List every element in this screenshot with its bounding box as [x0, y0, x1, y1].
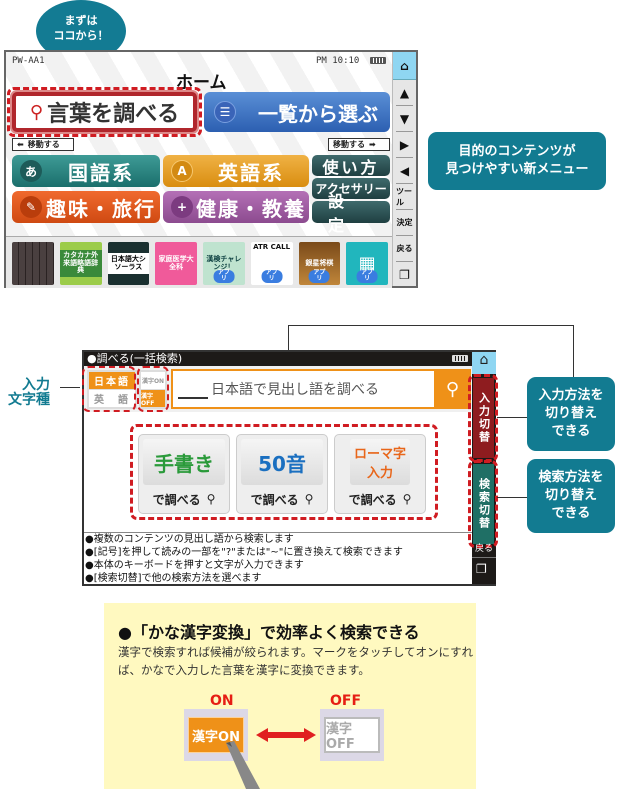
callout-input-switch: 入力方法を 切り替え できる: [527, 377, 615, 451]
stylus-icon: [224, 741, 274, 789]
app-badge: アプリ: [261, 269, 283, 283]
connector-line: [573, 325, 574, 377]
shelf-item[interactable]: 漢検チャレンジ！ アプリ: [203, 242, 245, 285]
move-right-button[interactable]: 移動する ➡: [328, 138, 390, 151]
back-button[interactable]: 戻る: [472, 538, 496, 558]
hiragana-icon: あ: [20, 160, 42, 182]
up-button[interactable]: ▲: [396, 80, 413, 106]
category-english[interactable]: A 英語系: [163, 155, 309, 187]
kanji-off-frame: 漢字OFF: [320, 709, 384, 761]
move-left-button[interactable]: ⬅ 移動する: [12, 138, 74, 151]
search-icon: ⚲: [445, 378, 460, 400]
list-icon: ☰: [214, 101, 236, 123]
search-screen: ●調べる(一括検索) ⌂ 日本語 英 語 漢字ON 漢字OFF 日本語で見出し語…: [82, 350, 498, 586]
toggle-arrow-icon: [256, 727, 316, 742]
shelf-item[interactable]: 日本語大シソーラス: [107, 242, 150, 285]
shelf-item[interactable]: カタカナ外来語略語辞典: [59, 242, 102, 285]
handwriting-search-button[interactable]: 手書き で調べる ⚲: [138, 434, 230, 514]
shelf-item[interactable]: [12, 242, 54, 285]
category-hobby-travel[interactable]: ✎ 趣味・旅行: [12, 191, 160, 223]
home-screen: PW-AA1 PM 10:10 ホーム ⚲ 言葉を調べる ☰ 一覧から選ぶ ⬅ …: [4, 50, 418, 288]
search-icon: ⚲: [304, 492, 314, 506]
home-icon: ⌂: [400, 58, 409, 73]
callout-new-menu: 目的のコンテンツが 見つけやすい新メニュー: [428, 132, 606, 190]
shelf-item[interactable]: 銀星将棋 アプリ: [298, 242, 341, 285]
input-type-label: 入力 文字種: [8, 377, 50, 409]
connector-line: [60, 387, 80, 388]
back-button[interactable]: 戻る: [396, 236, 413, 262]
shelf-item[interactable]: 家庭医学大全科: [155, 242, 197, 285]
off-label: OFF: [330, 693, 362, 709]
arrow-left-icon: ⬅: [17, 140, 24, 149]
text-cursor: [178, 397, 208, 399]
search-input[interactable]: 日本語で見出し語を調べる: [171, 369, 471, 409]
how-to-use-button[interactable]: 使い方: [312, 155, 390, 177]
down-button[interactable]: ▼: [396, 106, 413, 132]
home-icon: ⌂: [479, 352, 489, 368]
connector-line: [497, 497, 527, 498]
search-icon: ⚲: [29, 101, 44, 123]
clock: PM 10:10: [316, 56, 360, 66]
search-icon: ⚲: [206, 492, 216, 506]
battery-icon: [452, 355, 468, 362]
search-button[interactable]: ⚲: [434, 369, 471, 409]
search-icon: ⚲: [402, 492, 412, 506]
category-health-culture[interactable]: + 健康・教養: [163, 191, 309, 223]
plus-icon: +: [171, 196, 193, 218]
battery-icon: [370, 57, 386, 64]
settings-button[interactable]: 設定: [312, 192, 390, 235]
kana-kanji-panel: ●「かな漢字変換」で効率よく検索できる 漢字で検索すれば候補が絞られます。マーク…: [104, 603, 476, 789]
right-button[interactable]: ▶: [396, 132, 413, 158]
fifty-sound-search-button[interactable]: 50音 で調べる ⚲: [236, 434, 328, 514]
pages-icon[interactable]: ❐: [476, 562, 490, 576]
shelf-item[interactable]: ATR CALL アプリ: [250, 242, 293, 285]
app-badge: アプリ: [213, 269, 235, 283]
app-badge: アプリ: [356, 269, 378, 283]
callout-search-switch: 検索方法を 切り替え できる: [527, 459, 615, 533]
screen-header: ●調べる(一括検索): [84, 352, 472, 366]
left-button[interactable]: ◀: [396, 158, 413, 184]
pages-icon: ❐: [399, 268, 410, 282]
choose-from-list-button[interactable]: ☰ 一覧から選ぶ: [204, 92, 390, 132]
home-button[interactable]: ⌂: [393, 52, 416, 80]
search-words-button[interactable]: ⚲ 言葉を調べる: [12, 92, 197, 132]
sidebar: ⌂ ▲ ▼ ▶ ◀ ツール 決定 戻る ❐: [392, 52, 416, 286]
tool-button[interactable]: ツール: [396, 184, 413, 210]
panel-description: 漢字で検索すれば候補が絞られます。マークをタッチしてオンにすれば、かなで入力した…: [118, 645, 474, 677]
connector-line: [288, 325, 573, 326]
highlight-frame: [82, 366, 136, 412]
kanji-off-button[interactable]: 漢字OFF: [324, 717, 380, 753]
home-button[interactable]: ⌂: [472, 352, 496, 374]
model-name: PW-AA1: [12, 56, 45, 66]
panel-title: ●「かな漢字変換」で効率よく検索できる: [118, 623, 420, 642]
content-shelf: カタカナ外来語略語辞典 日本語大シソーラス 家庭医学大全科 漢検チャレンジ！ アプ…: [6, 236, 392, 288]
highlight-frame: [137, 366, 169, 412]
connector-line: [497, 417, 527, 418]
shelf-item[interactable]: ▦ アプリ: [346, 242, 388, 285]
app-badge: アプリ: [308, 269, 330, 283]
brush-icon: ✎: [20, 196, 42, 218]
romaji-search-button[interactable]: ローマ字入力 で調べる ⚲: [334, 434, 426, 514]
highlight-frame: [468, 460, 498, 548]
info-text: ●複数のコンテンツの見出し語から検索します ●[記号]を押して読みの一部を"?"…: [84, 532, 472, 584]
on-label: ON: [210, 693, 234, 709]
arrow-right-icon: ➡: [369, 140, 376, 149]
letter-a-icon: A: [171, 160, 193, 182]
pages-button[interactable]: ❐: [396, 262, 413, 288]
category-japanese[interactable]: あ 国語系: [12, 155, 160, 187]
enter-button[interactable]: 決定: [396, 210, 413, 236]
highlight-frame: [468, 374, 498, 462]
